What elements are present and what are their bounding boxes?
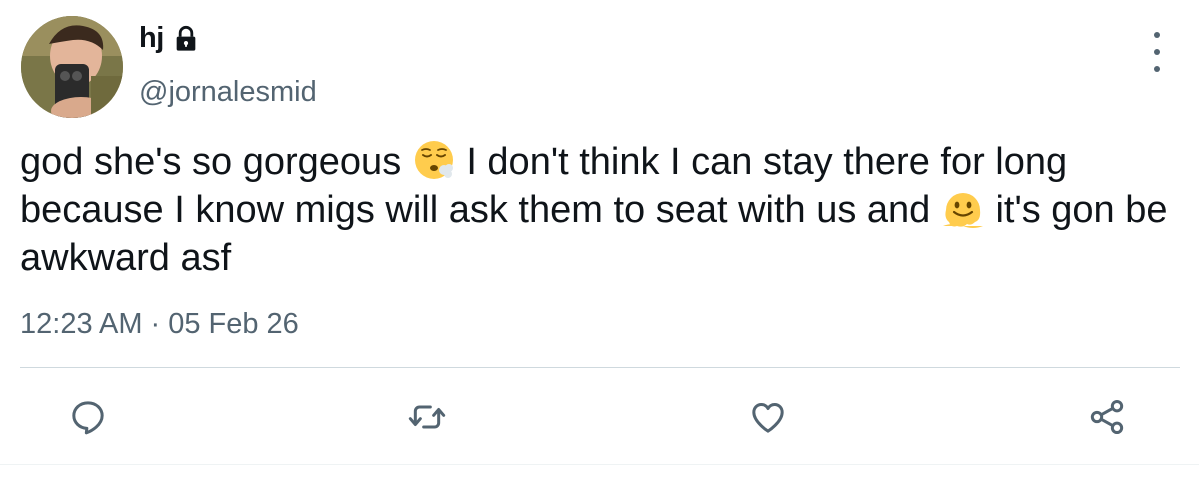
user-handle[interactable]: @jornalesmid <box>139 76 317 109</box>
share-icon <box>1090 400 1124 434</box>
tweet-timestamp[interactable]: 12:23 AM · 05 Feb 26 <box>20 308 299 341</box>
tweet-text-part-1: god she's so gorgeous <box>20 141 412 183</box>
timestamp-separator: · <box>150 308 161 340</box>
bottom-divider <box>0 464 1199 465</box>
more-dot <box>1154 49 1160 55</box>
divider <box>20 367 1180 368</box>
user-name-row: hj <box>139 22 200 55</box>
like-button[interactable] <box>746 395 790 439</box>
retweet-icon <box>408 405 446 429</box>
more-options-button[interactable] <box>1143 32 1171 72</box>
heart-icon <box>752 403 784 433</box>
tweet-date: 05 Feb 26 <box>168 308 299 340</box>
reply-button[interactable] <box>66 395 110 439</box>
melting-face-emoji <box>941 186 985 230</box>
tweet-time: 12:23 AM <box>20 308 143 340</box>
avatar-photo <box>21 16 123 118</box>
share-button[interactable] <box>1085 395 1129 439</box>
face-exhaling-emoji <box>412 138 456 182</box>
tweet-card: hj @jornalesmid god she's so gorgeous I … <box>0 0 1199 477</box>
lock-icon <box>172 25 200 53</box>
more-dot <box>1154 66 1160 72</box>
retweet-button[interactable] <box>405 395 449 439</box>
avatar[interactable] <box>21 16 123 118</box>
display-name[interactable]: hj <box>139 22 164 55</box>
reply-icon <box>72 401 104 435</box>
tweet-text: god she's so gorgeous I don't think I ca… <box>20 138 1180 282</box>
more-vertical-icon <box>1154 32 1160 38</box>
